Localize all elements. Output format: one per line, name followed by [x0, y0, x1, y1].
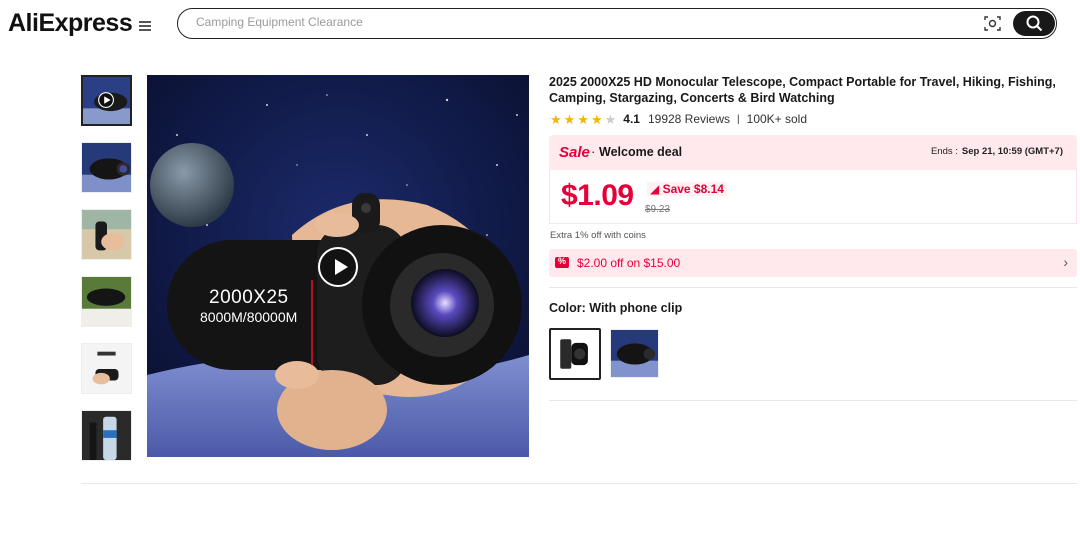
color-option-with-phone-clip[interactable]	[549, 328, 601, 380]
coins-offer: Extra 1% off with coins	[550, 230, 646, 241]
star-icon: ★	[563, 111, 576, 127]
original-price: $9.23	[645, 204, 671, 215]
color-option-2[interactable]	[610, 329, 659, 378]
deal-name: Welcome deal	[599, 145, 683, 159]
product-title: 2025 2000X25 HD Monocular Telescope, Com…	[549, 75, 1056, 105]
divider	[549, 287, 1077, 288]
deal-ends: Ends : Sep 21, 10:59 (GMT+7)	[931, 146, 1063, 157]
price-box: $1.09 ◢ Save $8.14 $9.23	[549, 170, 1077, 224]
divider	[549, 400, 1077, 401]
sale-dot: ·	[591, 144, 596, 159]
camera-search-icon[interactable]	[984, 15, 1001, 32]
rating-row: ★ ★ ★ ★ ★ 4.1 19928 Reviews | 100K+ sold	[550, 111, 807, 127]
ends-label: Ends :	[930, 146, 958, 157]
search-input[interactable]	[196, 15, 956, 29]
overlay-range-text: 8000M/80000M	[200, 309, 298, 325]
coupon-row[interactable]: $2.00 off on $15.00 ›	[549, 249, 1077, 277]
save-tag-icon: ◢	[650, 182, 663, 196]
star-icon: ★	[577, 111, 589, 127]
chevron-right-icon: ›	[1063, 254, 1068, 270]
aliexpress-logo[interactable]: AliExpress	[8, 9, 133, 38]
thumbnail-image-5[interactable]	[81, 343, 132, 394]
rating-value: 4.1	[623, 112, 640, 126]
sale-label: Sale	[559, 144, 590, 161]
thumbnail-image-6[interactable]	[81, 410, 132, 461]
sold-count: 100K+ sold	[746, 112, 808, 126]
thumbnail-video[interactable]	[81, 75, 132, 126]
thumbnail-list	[81, 75, 134, 477]
coupon-icon	[555, 256, 569, 268]
search-button[interactable]	[1013, 11, 1055, 36]
rating-stars[interactable]: ★ ★ ★ ★ ★	[550, 113, 616, 126]
save-text: Save $8.14	[662, 182, 724, 196]
star-icon: ★	[590, 111, 603, 127]
section-divider	[81, 483, 1077, 484]
search-bar	[177, 8, 1057, 39]
save-badge: ◢ Save $8.14	[647, 182, 727, 196]
overlay-magnification-text: 2000X25	[209, 287, 289, 308]
ends-time: Sep 21, 10:59 (GMT+7)	[961, 146, 1063, 157]
thumbnail-image-4[interactable]	[81, 276, 132, 327]
separator: |	[737, 113, 740, 125]
star-empty-icon: ★	[604, 111, 617, 127]
sale-banner: Sale · Welcome deal Ends : Sep 21, 10:59 …	[549, 135, 1077, 170]
search-icon	[1026, 15, 1043, 32]
reviews-link[interactable]: 19928 Reviews	[648, 112, 730, 126]
color-label: Color: With phone clip	[549, 301, 683, 315]
thumbnail-image-2[interactable]	[81, 142, 132, 193]
menu-icon[interactable]	[139, 21, 151, 33]
current-price: $1.09	[561, 179, 634, 212]
coupon-text: $2.00 off on $15.00	[577, 256, 681, 270]
star-icon: ★	[550, 111, 562, 127]
thumbnail-image-3[interactable]	[81, 209, 132, 260]
main-product-image[interactable]: 2000X25 8000M/80000M	[147, 75, 529, 457]
play-video-button[interactable]	[318, 247, 358, 287]
